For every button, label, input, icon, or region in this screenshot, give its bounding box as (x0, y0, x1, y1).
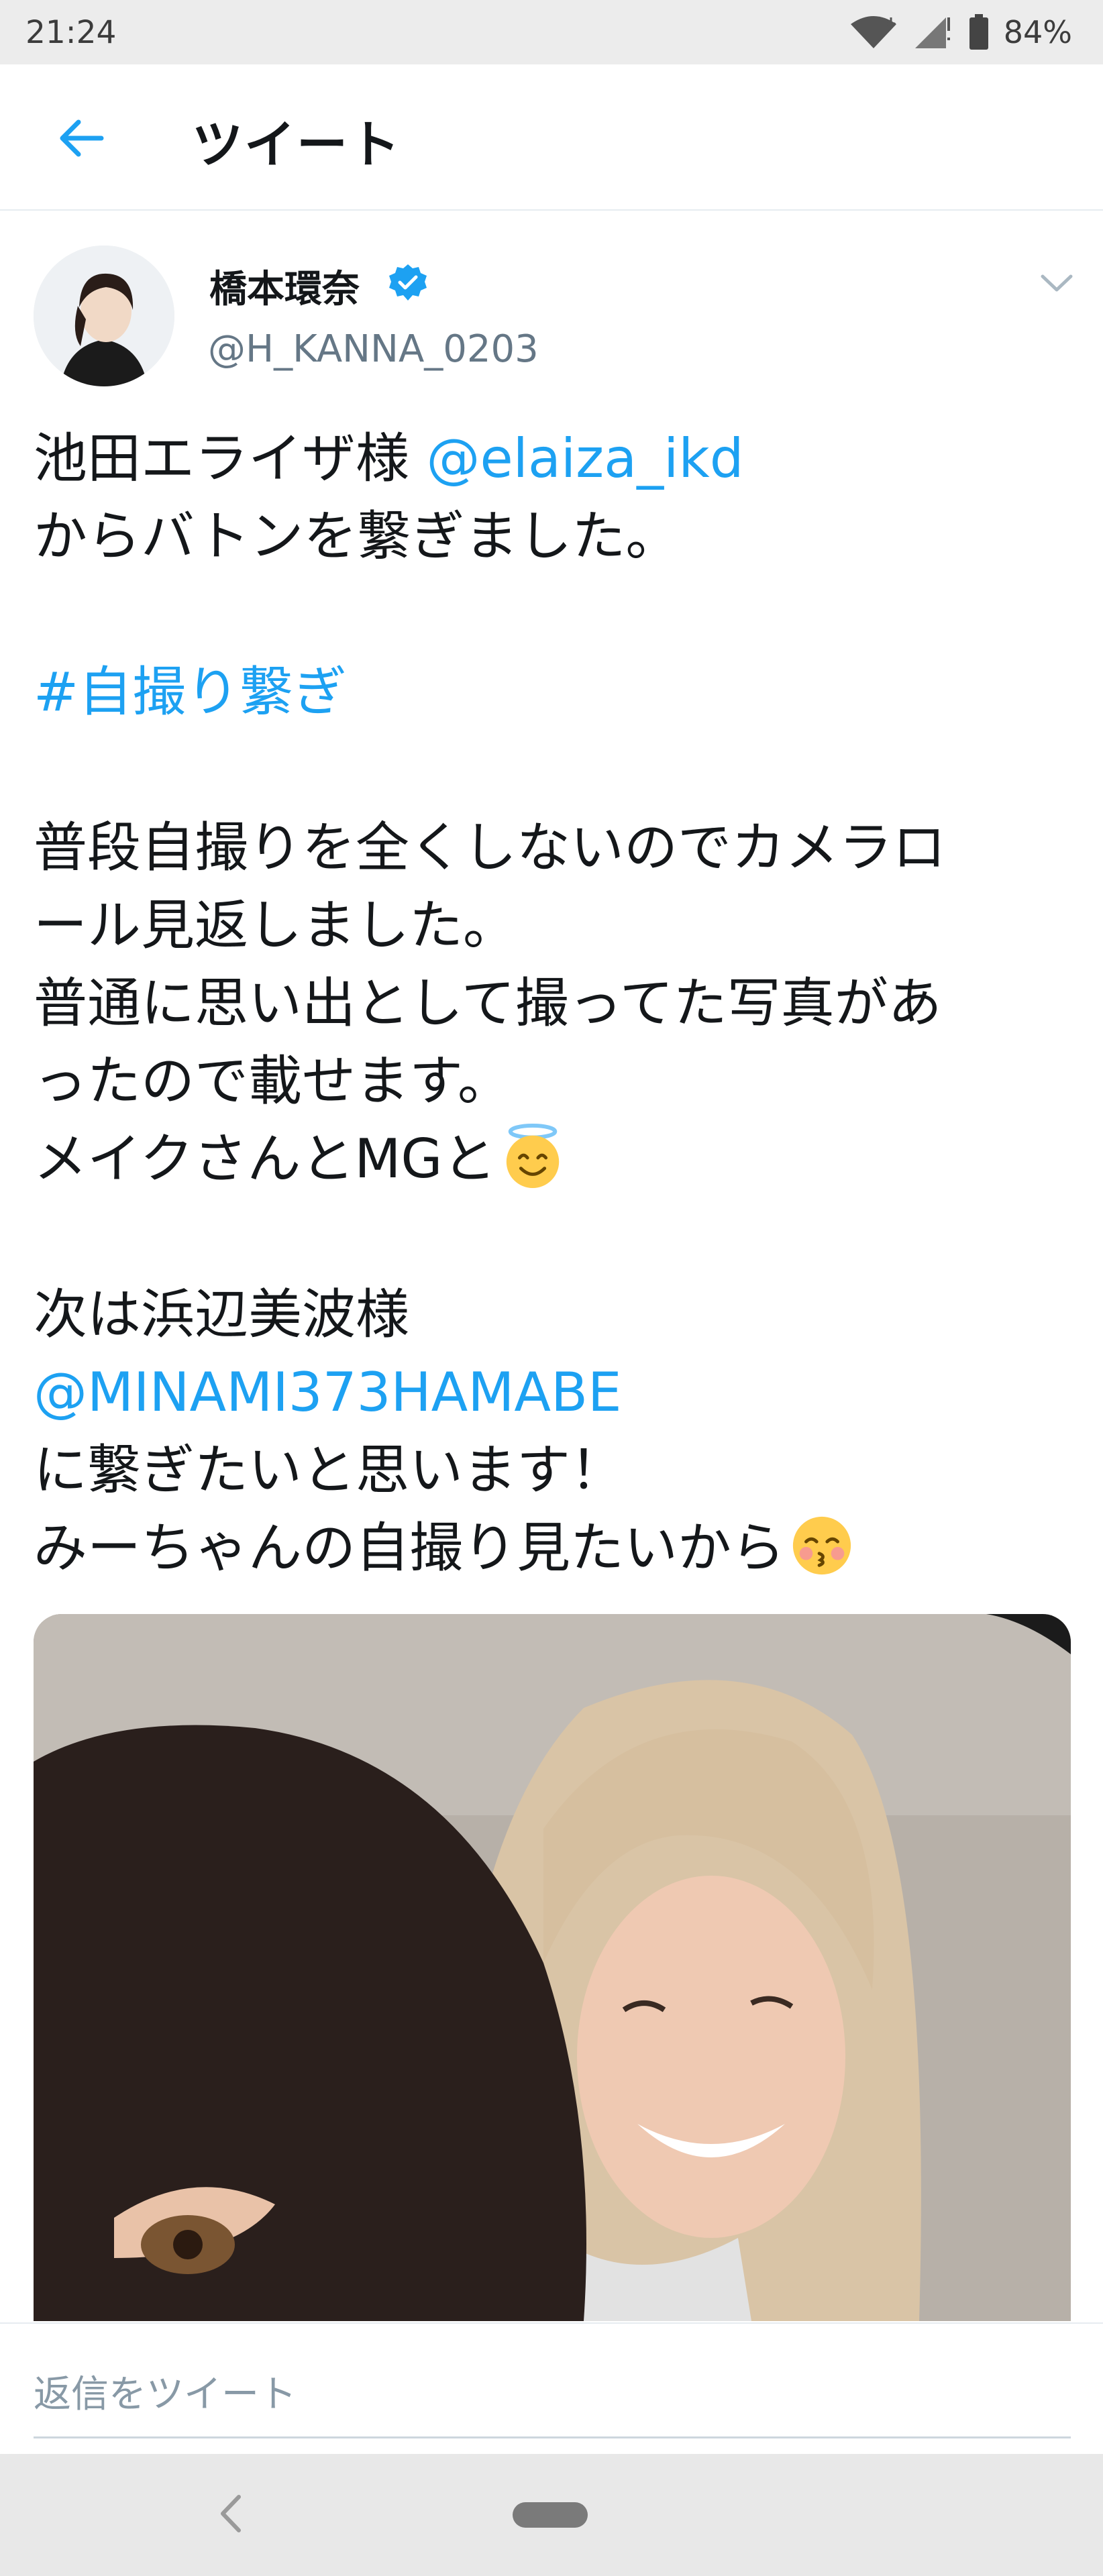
tweet-text-segment: 池田エライザ様 (34, 427, 427, 490)
tweet-image[interactable] (34, 1614, 1071, 2321)
tweet-text-segment: みーちゃんの自撮り見たいから (34, 1517, 785, 1579)
selfie-photo (34, 1614, 1071, 2321)
mention-link[interactable]: @MINAMI373HAMABE (34, 1361, 622, 1424)
status-icons: 84% (849, 14, 1072, 50)
status-time: 21:24 (25, 13, 117, 51)
app-header: ツイート (0, 64, 1103, 211)
nav-back-icon[interactable] (211, 2490, 251, 2537)
author-name[interactable]: 橋本環奈 (209, 259, 360, 313)
author-handle[interactable]: @H_KANNA_0203 (208, 327, 539, 371)
verified-badge-icon (389, 264, 427, 301)
kissing-face-with-closed-eyes-emoji (792, 1516, 851, 1575)
chevron-down-icon[interactable] (1033, 263, 1080, 303)
signal-icon (914, 17, 950, 48)
battery-icon (969, 14, 988, 50)
tweet-line: @MINAMI373HAMABE (34, 1354, 1080, 1432)
tweet-line: 普通に思い出として撮ってた写真があ (34, 972, 942, 1034)
mention-link[interactable]: @elaiza_ikd (426, 427, 743, 490)
avatar-image (34, 246, 174, 386)
system-nav-bar (0, 2454, 1103, 2576)
reply-input[interactable]: 返信をツイート (34, 2364, 297, 2418)
tweet-text: 池田エライザ様 @elaiza_ikd からバトンを繋ぎました。 #自撮り繋ぎ … (34, 420, 1080, 1587)
avatar[interactable] (34, 246, 174, 386)
tweet-line: に繋ぎたいと思います！ (34, 1439, 624, 1501)
back-button[interactable] (47, 105, 114, 172)
tweet-line: メイクさんとMGと (34, 1120, 1080, 1198)
tweet-line: #自撮り繋ぎ (34, 653, 1080, 731)
hashtag-link[interactable]: #自撮り繋ぎ (34, 661, 347, 723)
tweet-line: ール見返しました。 (34, 894, 517, 957)
wifi-icon (850, 16, 896, 48)
nav-home-pill[interactable] (513, 2502, 588, 2528)
tweet-line: ったので載せます。 (34, 1050, 511, 1112)
tweet-line: 次は浜辺美波様 (34, 1283, 409, 1346)
tweet-line: みーちゃんの自撮り見たいから (34, 1509, 1080, 1587)
smiling-face-with-halo-emoji (507, 1124, 560, 1189)
battery-percentage: 84% (1003, 14, 1072, 50)
status-bar: 21:24 84% (0, 0, 1103, 64)
tweet-line: からバトンを繋ぎました。 (34, 505, 680, 568)
reply-underline (34, 2436, 1071, 2438)
page-title: ツイート (192, 115, 401, 174)
tweet-line: 普段自撮りを全くしないのでカメラロ (34, 816, 946, 879)
reply-bar: 返信をツイート (0, 2322, 1103, 2454)
tweet-line: 池田エライザ様 @elaiza_ikd (34, 420, 1080, 498)
arrow-left-icon (60, 119, 104, 157)
tweet-text-segment: メイクさんとMGと (34, 1128, 496, 1190)
